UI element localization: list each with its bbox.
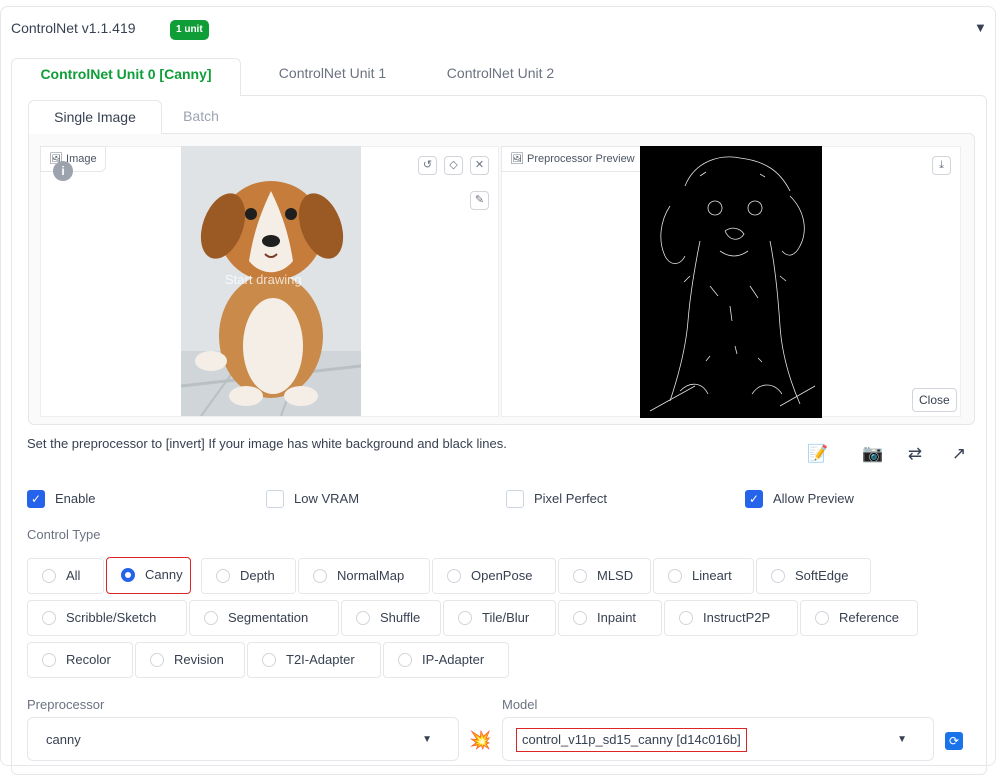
radio-icon [668,568,682,583]
preprocessor-label: Preprocessor [27,697,105,712]
radio-reference[interactable]: Reference [800,600,918,636]
model-value-highlight: control_v11p_sd15_canny [d14c016b] [516,728,747,752]
close-preview-button[interactable]: Close [912,388,957,412]
camera-icon[interactable]: 📷 [858,438,888,470]
radio-scribble-sketch[interactable]: Scribble/Sketch [27,600,187,636]
radio-selected-icon [121,567,135,582]
radio-icon [313,568,327,583]
swap-icon[interactable]: ⇄ [900,438,930,470]
info-icon[interactable]: i [53,161,73,181]
radio-inpaint[interactable]: Inpaint [558,600,662,636]
radio-icon [42,568,56,583]
send-icon[interactable]: ↗ [944,438,974,470]
radio-all[interactable]: All [27,558,104,594]
canny-preview-image [640,146,822,418]
tab-controlnet-unit-0[interactable]: ControlNet Unit 0 [Canny] [11,58,241,96]
radio-icon [42,610,56,625]
start-drawing-overlay: Start drawing [225,272,302,287]
low-vram-checkbox[interactable]: Low VRAM [266,489,359,508]
checkbox-unchecked-icon [266,489,284,508]
image-icon: 🖼 [510,153,524,165]
close-icon[interactable]: ✕ [470,156,489,175]
preview-label: 🖼 Preprocessor Preview [501,146,644,172]
model-label: Model [502,697,538,712]
control-type-label: Control Type [27,527,101,542]
radio-recolor[interactable]: Recolor [27,642,133,678]
tab-controlnet-unit-1[interactable]: ControlNet Unit 1 [255,58,410,96]
radio-instructp2p[interactable]: InstructP2P [664,600,798,636]
preprocessor-select[interactable]: canny ▼ [27,717,459,761]
radio-depth[interactable]: Depth [201,558,296,594]
model-select[interactable]: control_v11p_sd15_canny [d14c016b] ▼ [502,717,934,761]
panel-title: ControlNet v1.1.419 [11,20,136,36]
pixel-perfect-checkbox[interactable]: Pixel Perfect [506,489,607,508]
radio-icon [815,610,829,625]
radio-icon [204,610,218,625]
radio-icon [356,610,370,625]
radio-openpose[interactable]: OpenPose [432,558,556,594]
radio-icon [573,610,587,625]
tab-single-image[interactable]: Single Image [28,100,162,134]
chevron-down-icon: ▼ [897,734,907,745]
eraser-icon[interactable]: ◇ [444,156,463,175]
radio-icon [447,568,461,583]
radio-segmentation[interactable]: Segmentation [189,600,339,636]
checkbox-checked-icon: ✓ [745,489,763,508]
radio-mlsd[interactable]: MLSD [558,558,651,594]
download-icon[interactable]: ⤓ [932,156,951,175]
radio-icon [573,568,587,583]
radio-icon [771,568,785,583]
radio-softedge[interactable]: SoftEdge [756,558,871,594]
radio-icon [458,610,472,625]
radio-icon [262,652,276,667]
checkbox-unchecked-icon [506,489,524,508]
radio-normalmap[interactable]: NormalMap [298,558,430,594]
brush-icon[interactable]: ✎ [470,191,489,210]
radio-canny[interactable]: Canny [106,557,191,594]
radio-ip-adapter[interactable]: IP-Adapter [383,642,509,678]
radio-icon [679,610,693,625]
edit-icon[interactable]: 📝 [803,438,833,470]
tab-controlnet-unit-2[interactable]: ControlNet Unit 2 [423,58,578,96]
undo-icon[interactable]: ↺ [418,156,437,175]
radio-icon [398,652,412,667]
radio-tile-blur[interactable]: Tile/Blur [443,600,556,636]
radio-revision[interactable]: Revision [135,642,245,678]
collapse-triangle-icon[interactable]: ▼ [974,20,987,35]
enable-checkbox[interactable]: ✓ Enable [27,489,95,508]
unit-count-badge: 1 unit [170,20,209,40]
explode-icon[interactable]: 💥 [469,728,491,752]
allow-preview-checkbox[interactable]: ✓ Allow Preview [745,489,854,508]
radio-t2i-adapter[interactable]: T2I-Adapter [247,642,381,678]
radio-lineart[interactable]: Lineart [653,558,754,594]
radio-icon [42,652,56,667]
refresh-icon[interactable]: ⟳ [945,732,963,750]
tab-batch[interactable]: Batch [168,100,234,134]
radio-icon [216,568,230,583]
radio-shuffle[interactable]: Shuffle [341,600,441,636]
preprocessor-hint: Set the preprocessor to [invert] If your… [27,436,507,451]
checkbox-checked-icon: ✓ [27,489,45,508]
chevron-down-icon: ▼ [422,734,432,745]
radio-icon [150,652,164,667]
